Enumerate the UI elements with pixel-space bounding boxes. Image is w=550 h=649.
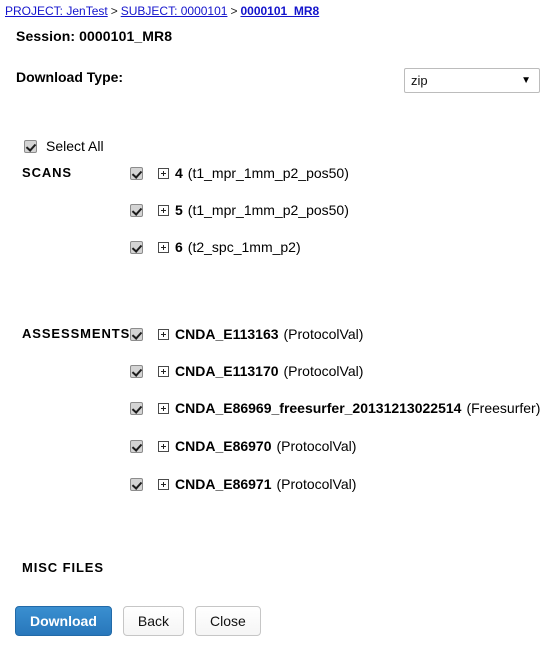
assessment-name: CNDA_E86970 — [175, 438, 272, 454]
page-title: Session: 0000101_MR8 — [16, 28, 173, 44]
expand-icon[interactable] — [158, 402, 169, 414]
section-label-assessments: ASSESSMENTS — [22, 326, 131, 341]
list-item[interactable]: CNDA_E113170 (ProtocolVal) — [130, 363, 363, 379]
scan-checkbox[interactable] — [130, 203, 143, 217]
chevron-down-icon: ▼ — [521, 75, 531, 86]
expand-icon[interactable] — [158, 365, 169, 377]
breadcrumb: PROJECT: JenTest > SUBJECT: 0000101 >000010… — [5, 4, 319, 18]
assessment-name: CNDA_E86971 — [175, 476, 272, 492]
assessment-checkbox[interactable] — [130, 364, 143, 378]
breadcrumb-separator: > — [230, 4, 238, 18]
scan-name: 4 — [175, 165, 183, 181]
select-all-row[interactable]: Select All — [24, 138, 104, 154]
assessment-name: CNDA_E86969_freesurfer_20131213022514 — [175, 400, 462, 416]
download-type-select[interactable]: zip ▼ — [404, 68, 540, 93]
section-label-scans: SCANS — [22, 165, 73, 180]
assessment-name: CNDA_E113170 — [175, 363, 279, 379]
breadcrumb-item-subject[interactable]: SUBJECT: 0000101 — [121, 4, 228, 18]
assessment-description: (ProtocolVal) — [283, 326, 364, 342]
expand-icon[interactable] — [158, 328, 169, 340]
list-item[interactable]: 6 (t2_spc_1mm_p2) — [130, 239, 301, 255]
expand-icon[interactable] — [158, 478, 169, 490]
select-all-checkbox[interactable] — [24, 139, 37, 153]
assessment-checkbox[interactable] — [130, 439, 143, 453]
select-all-label: Select All — [46, 138, 104, 154]
assessment-description: (Freesurfer) — [466, 400, 541, 416]
scan-name: 6 — [175, 239, 183, 255]
button-bar: Download Back Close — [15, 606, 261, 636]
scan-name: 5 — [175, 202, 183, 218]
expand-icon[interactable] — [158, 440, 169, 452]
scan-checkbox[interactable] — [130, 166, 143, 180]
list-item[interactable]: CNDA_E86970 (ProtocolVal) — [130, 438, 356, 454]
download-type-value: zip — [411, 73, 428, 88]
list-item[interactable]: 4 (t1_mpr_1mm_p2_pos50) — [130, 165, 349, 181]
list-item[interactable]: CNDA_E86969_freesurfer_20131213022514 (F… — [130, 400, 540, 416]
assessment-name: CNDA_E113163 — [175, 326, 279, 342]
back-button[interactable]: Back — [122, 606, 185, 636]
breadcrumb-item-project[interactable]: PROJECT: JenTest — [5, 4, 108, 18]
list-item[interactable]: 5 (t1_mpr_1mm_p2_pos50) — [130, 202, 349, 218]
download-type-label: Download Type: — [16, 69, 124, 85]
assessment-checkbox[interactable] — [130, 477, 143, 491]
download-button[interactable]: Download — [15, 606, 112, 636]
list-item[interactable]: CNDA_E86971 (ProtocolVal) — [130, 476, 356, 492]
assessment-checkbox[interactable] — [130, 401, 143, 415]
assessment-description: (ProtocolVal) — [276, 438, 357, 454]
scan-description: (t1_mpr_1mm_p2_pos50) — [187, 202, 349, 218]
scan-checkbox[interactable] — [130, 240, 143, 254]
breadcrumb-item-session[interactable]: 0000101_MR8 — [240, 4, 319, 18]
scan-description: (t2_spc_1mm_p2) — [187, 239, 301, 255]
expand-icon[interactable] — [158, 241, 169, 253]
expand-icon[interactable] — [158, 204, 169, 216]
assessment-checkbox[interactable] — [130, 327, 143, 341]
assessment-description: (ProtocolVal) — [283, 363, 364, 379]
list-item[interactable]: CNDA_E113163 (ProtocolVal) — [130, 326, 363, 342]
breadcrumb-separator: > — [110, 4, 118, 18]
scan-description: (t1_mpr_1mm_p2_pos50) — [187, 165, 349, 181]
close-button[interactable]: Close — [195, 606, 261, 636]
assessment-description: (ProtocolVal) — [276, 476, 357, 492]
section-label-misc-files: MISC FILES — [22, 560, 104, 575]
expand-icon[interactable] — [158, 167, 169, 179]
